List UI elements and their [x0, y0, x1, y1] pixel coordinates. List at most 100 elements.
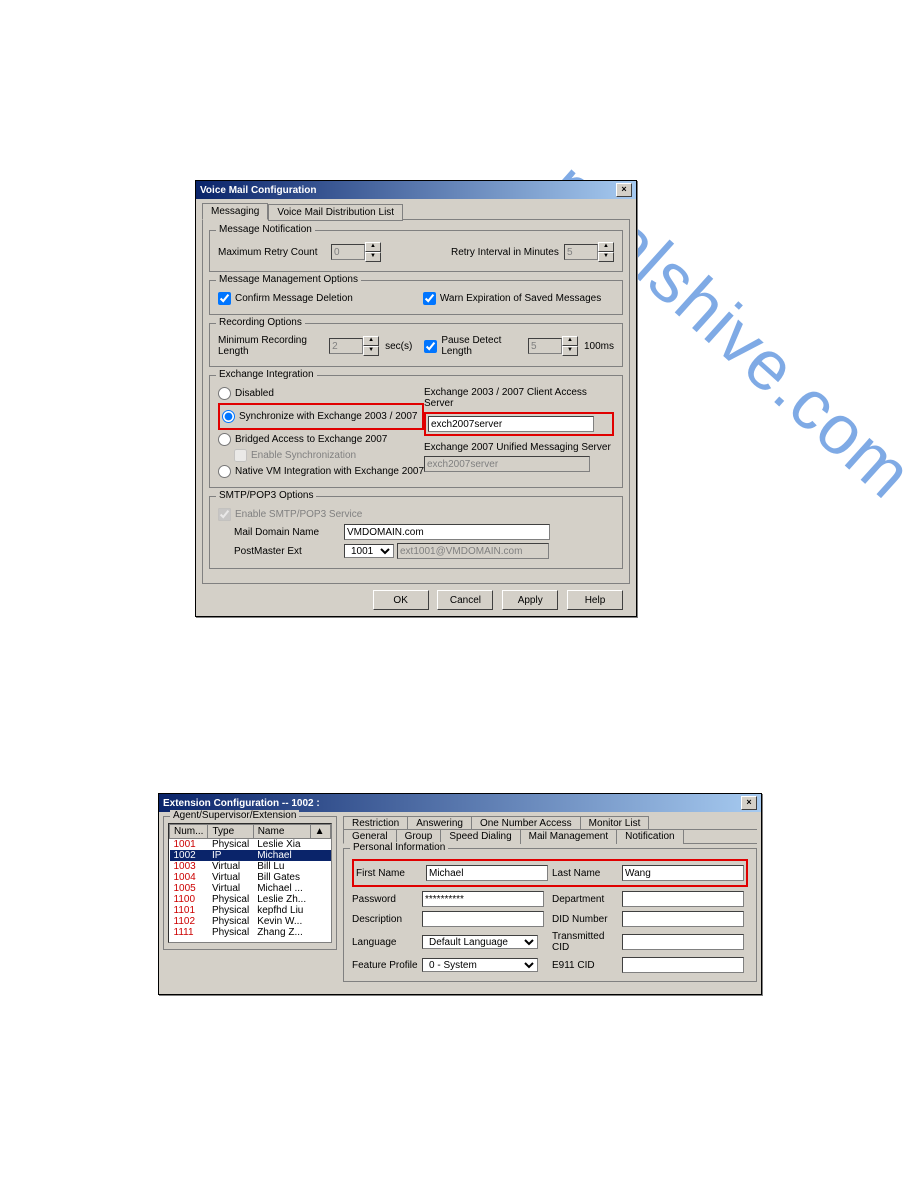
title-bar: Voice Mail Configuration × [196, 181, 636, 199]
radio-bridged[interactable] [218, 433, 231, 446]
tab-distribution[interactable]: Voice Mail Distribution List [268, 204, 403, 221]
radio-disabled-label: Disabled [235, 388, 274, 399]
e911-input[interactable] [622, 957, 744, 973]
table-row[interactable]: 1004VirtualBill Gates [170, 872, 331, 883]
warn-expiration-checkbox[interactable] [423, 292, 436, 305]
group-title: Recording Options [216, 317, 305, 328]
postmaster-label: PostMaster Ext [234, 546, 344, 557]
group-recording: Recording Options Minimum Recording Leng… [209, 323, 623, 367]
pause-detect-input[interactable] [528, 338, 562, 354]
did-input[interactable] [622, 911, 744, 927]
spinner-up-icon[interactable]: ▲ [363, 336, 379, 346]
spinner-down-icon[interactable]: ▼ [363, 346, 379, 356]
postmaster-ext-select[interactable]: 1001 [344, 544, 394, 558]
scroll-col: ▲ [310, 825, 330, 839]
retry-count-input[interactable] [331, 244, 365, 260]
apply-button[interactable]: Apply [502, 590, 558, 610]
retry-interval-label: Retry Interval in Minutes [451, 247, 564, 258]
client-server-input[interactable] [428, 416, 594, 432]
group-personal: Personal Information First Name Last Nam… [343, 848, 757, 982]
password-label: Password [352, 894, 422, 905]
last-name-input[interactable] [622, 865, 744, 881]
close-icon[interactable]: × [741, 796, 757, 810]
enable-smtp-checkbox [218, 508, 231, 521]
spinner-up-icon[interactable]: ▲ [562, 336, 578, 346]
group-notification: Message Notification Maximum Retry Count… [209, 230, 623, 272]
col-type[interactable]: Type [208, 825, 253, 839]
group-agent: Agent/Supervisor/Extension Num...TypeNam… [163, 816, 337, 950]
group-title: Exchange Integration [216, 369, 317, 380]
radio-disabled[interactable] [218, 387, 231, 400]
tab-answering[interactable]: Answering [407, 816, 472, 830]
extension-list[interactable]: Num...TypeName▲ 1001PhysicalLeslie Xia10… [168, 823, 332, 943]
pause-detect-checkbox[interactable] [424, 340, 437, 353]
retry-interval-input[interactable] [564, 244, 598, 260]
tab-monitor-list[interactable]: Monitor List [580, 816, 650, 830]
radio-sync-label: Synchronize with Exchange 2003 / 2007 [239, 411, 417, 422]
cid-label: Transmitted CID [552, 931, 622, 953]
um-server-label: Exchange 2007 Unified Messaging Server [424, 442, 611, 453]
last-name-label: Last Name [552, 868, 622, 879]
password-input[interactable] [422, 891, 544, 907]
language-label: Language [352, 937, 422, 948]
confirm-deletion-checkbox[interactable] [218, 292, 231, 305]
close-icon[interactable]: × [616, 183, 632, 197]
department-input[interactable] [622, 891, 744, 907]
dialog-title: Voice Mail Configuration [200, 185, 316, 196]
tab-restriction[interactable]: Restriction [343, 816, 408, 830]
cancel-button[interactable]: Cancel [437, 590, 493, 610]
table-row[interactable]: 1100PhysicalLeslie Zh... [170, 894, 331, 905]
group-title: Message Management Options [216, 274, 361, 285]
tab-one-number-access[interactable]: One Number Access [471, 816, 581, 830]
table-row[interactable]: 1101Physicalkepfhd Liu [170, 905, 331, 916]
language-select[interactable]: Default Language [422, 935, 538, 949]
spinner-down-icon[interactable]: ▼ [598, 252, 614, 262]
radio-sync[interactable] [222, 410, 235, 423]
table-row[interactable]: 1002IPMichael [170, 850, 331, 861]
enable-sync-label: Enable Synchronization [251, 450, 356, 461]
col-num[interactable]: Num... [170, 825, 208, 839]
spinner-up-icon[interactable]: ▲ [365, 242, 381, 252]
col-name[interactable]: Name [253, 825, 310, 839]
pause-detect-label: Pause Detect Length [441, 335, 521, 357]
client-server-label: Exchange 2003 / 2007 Client Access Serve… [424, 387, 614, 409]
group-title: SMTP/POP3 Options [216, 490, 316, 501]
tab-messaging[interactable]: Messaging [202, 203, 268, 220]
warn-expiration-label: Warn Expiration of Saved Messages [440, 293, 601, 304]
group-title: Agent/Supervisor/Extension [170, 810, 299, 821]
extension-dialog: Extension Configuration -- 1002 : × Agen… [158, 793, 762, 995]
postmaster-email [397, 543, 549, 559]
table-row[interactable]: 1102PhysicalKevin W... [170, 916, 331, 927]
tab-mail-management[interactable]: Mail Management [520, 829, 617, 844]
profile-select[interactable]: 0 - System [422, 958, 538, 972]
first-name-label: First Name [356, 868, 426, 879]
description-input[interactable] [422, 911, 544, 927]
table-row[interactable]: 1001PhysicalLeslie Xia [170, 839, 331, 851]
um-server-input [424, 456, 590, 472]
enable-smtp-label: Enable SMTP/POP3 Service [235, 509, 362, 520]
tab-notification[interactable]: Notification [616, 829, 683, 844]
domain-input[interactable] [344, 524, 550, 540]
first-name-input[interactable] [426, 865, 548, 881]
secs-label: sec(s) [385, 341, 412, 352]
tab-speed-dialing[interactable]: Speed Dialing [440, 829, 520, 844]
cid-input[interactable] [622, 934, 744, 950]
domain-label: Mail Domain Name [234, 527, 344, 538]
spinner-up-icon[interactable]: ▲ [598, 242, 614, 252]
help-button[interactable]: Help [567, 590, 623, 610]
group-exchange: Exchange Integration Disabled Synchroniz… [209, 375, 623, 488]
ok-button[interactable]: OK [373, 590, 429, 610]
table-row[interactable]: 1003VirtualBill Lu [170, 861, 331, 872]
department-label: Department [552, 894, 622, 905]
spinner-down-icon[interactable]: ▼ [562, 346, 578, 356]
table-row[interactable]: 1111PhysicalZhang Z... [170, 927, 331, 938]
description-label: Description [352, 914, 422, 925]
table-row[interactable]: 1005VirtualMichael ... [170, 883, 331, 894]
min-length-input[interactable] [329, 338, 363, 354]
enable-sync-checkbox [234, 449, 247, 462]
radio-native-label: Native VM Integration with Exchange 2007 [235, 466, 424, 477]
min-length-label: Minimum Recording Length [218, 335, 329, 357]
group-management: Message Management Options Confirm Messa… [209, 280, 623, 315]
spinner-down-icon[interactable]: ▼ [365, 252, 381, 262]
radio-native[interactable] [218, 465, 231, 478]
